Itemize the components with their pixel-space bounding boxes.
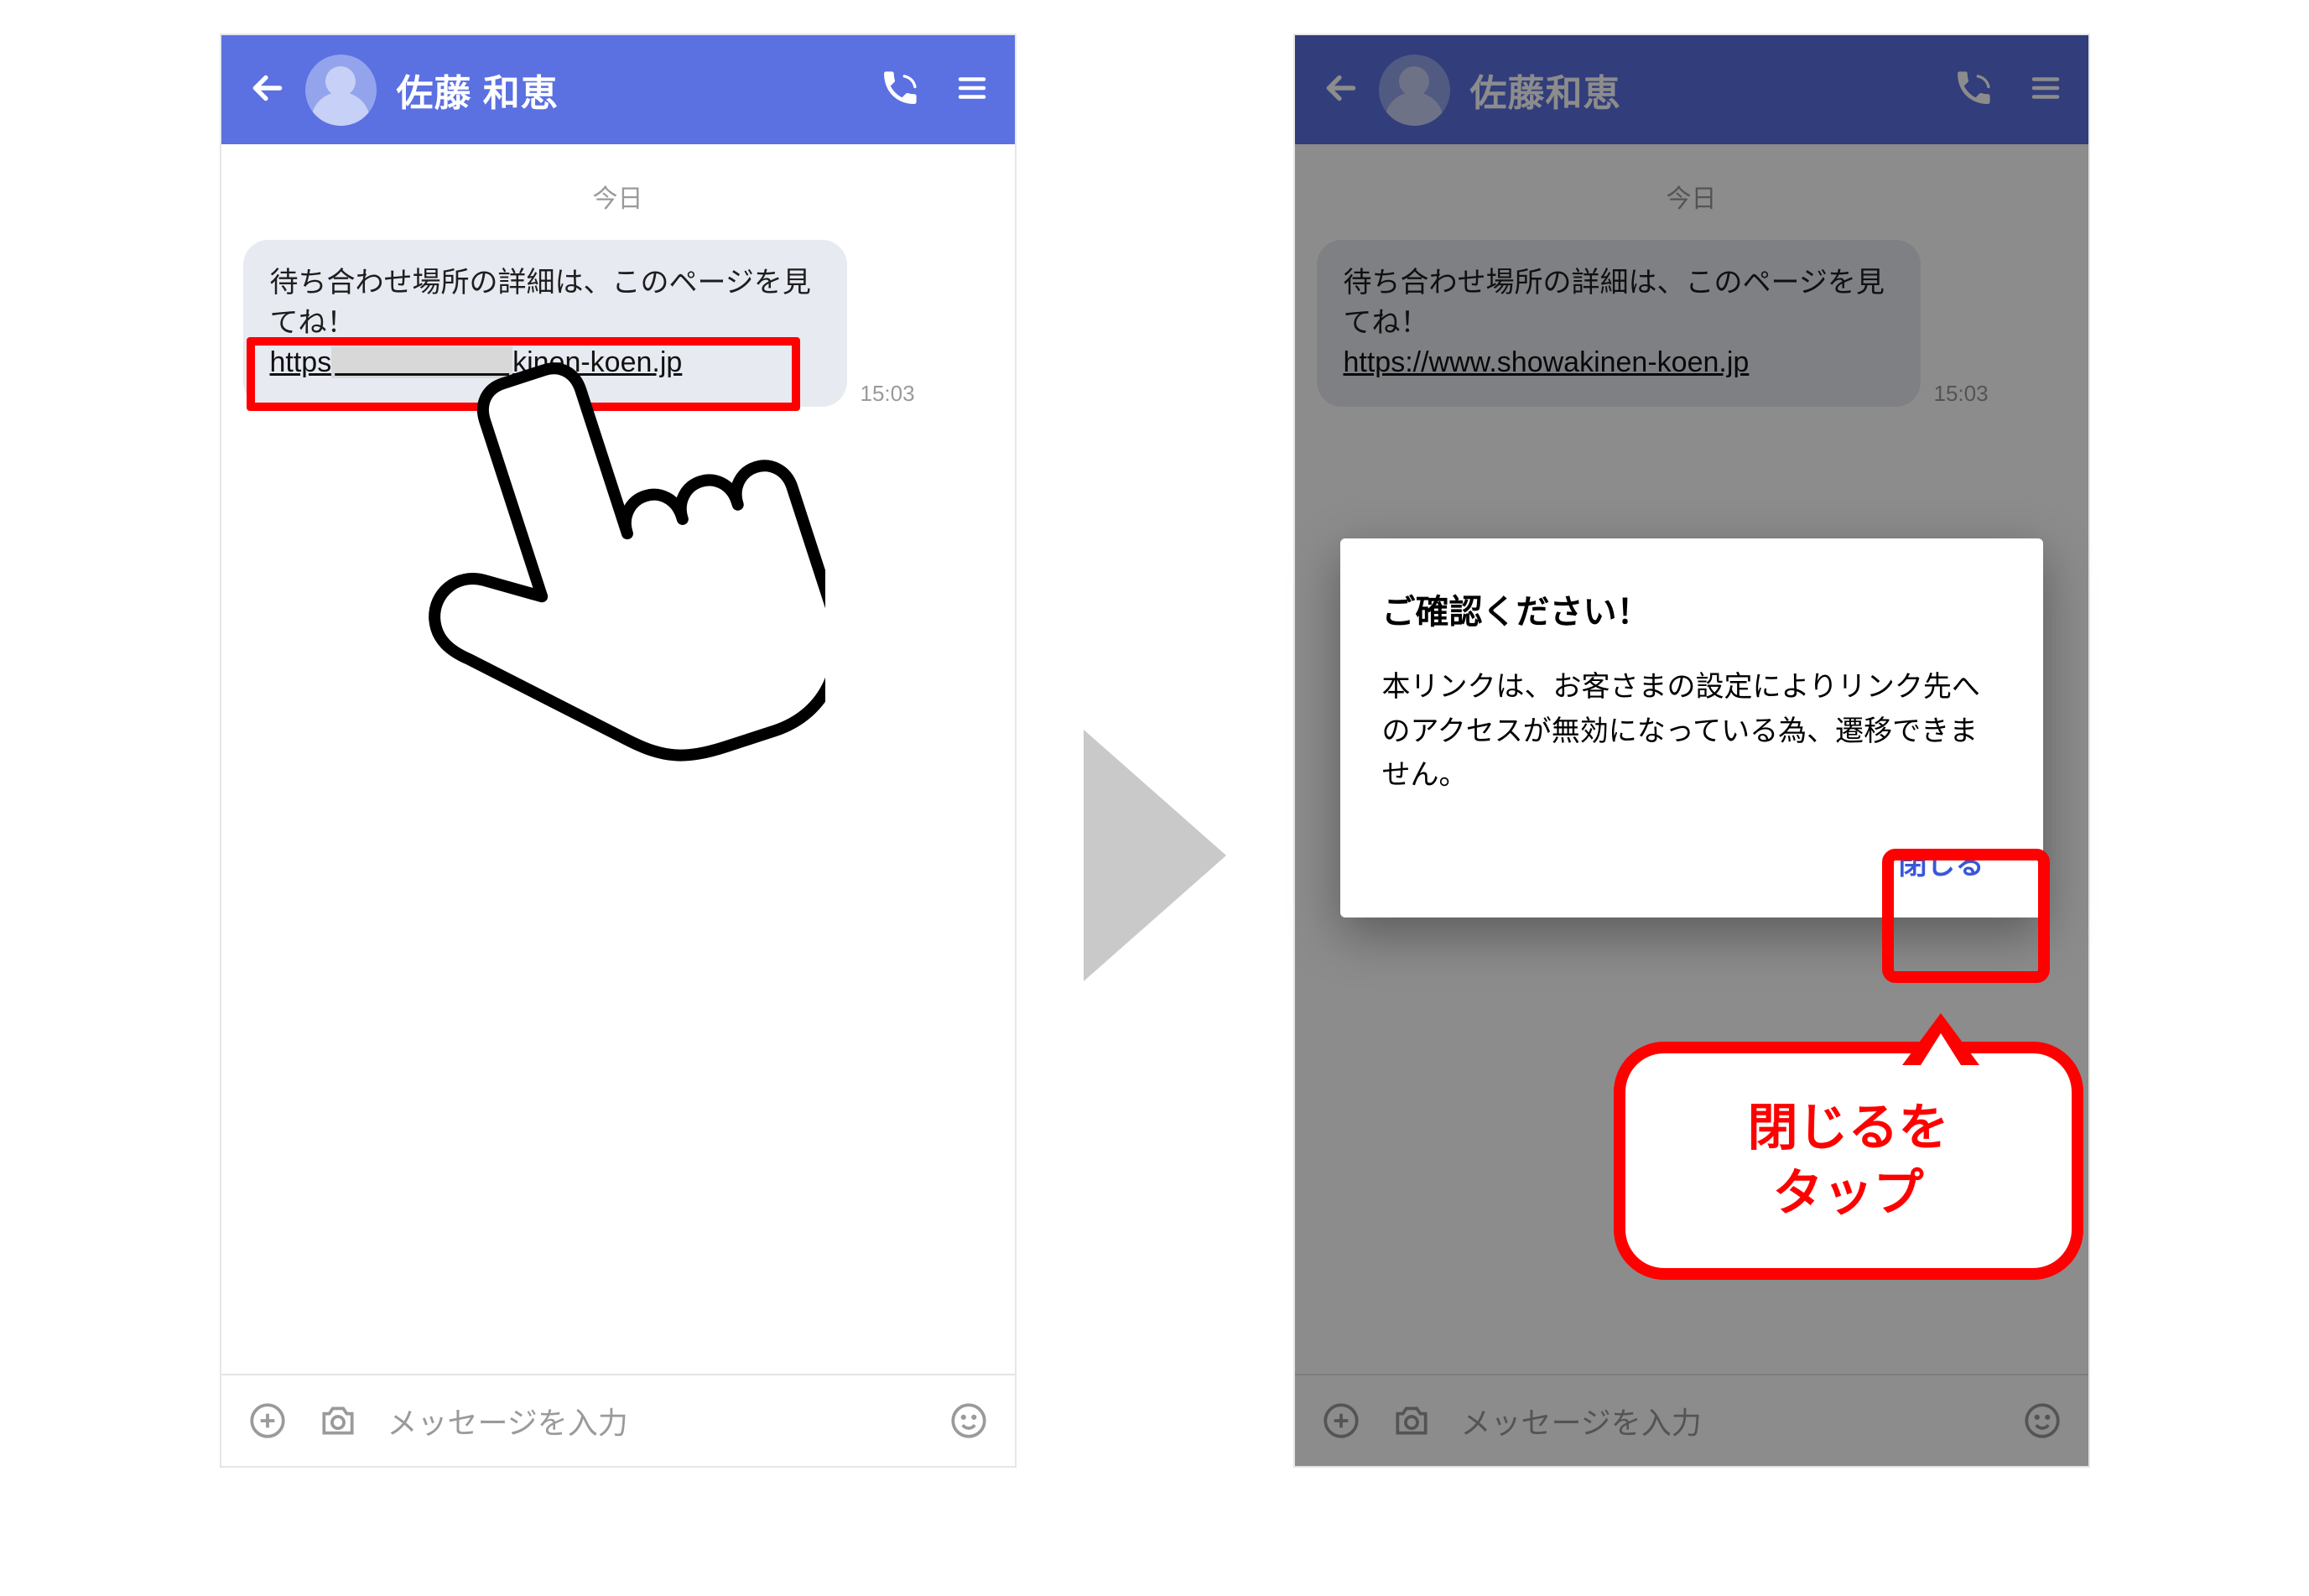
dialog-title: ご確認ください！ <box>1382 585 2001 633</box>
emoji-icon[interactable] <box>948 1400 990 1442</box>
chat-body: 今日 待ち合わせ場所の詳細は、このページを見てね！ https://www.sh… <box>221 144 1015 1374</box>
message-bubble: 待ち合わせ場所の詳細は、このページを見てね！ https://www.showa… <box>243 240 847 407</box>
confirm-dialog: ご確認ください！ 本リンクは、お客さまの設定によりリンク先へのアクセスが無効にな… <box>1340 538 2043 918</box>
message-text: 待ち合わせ場所の詳細は、このページを見てね！ <box>270 267 811 339</box>
instruction-callout: 閉じるを タップ <box>1614 1042 2083 1280</box>
chat-header: 佐藤 和恵 <box>221 35 1015 144</box>
avatar[interactable] <box>305 55 377 126</box>
dialog-close-button[interactable]: 閉じる <box>1882 831 2001 892</box>
message-input[interactable]: メッセージを入力 <box>387 1399 919 1443</box>
hamburger-menu-icon[interactable] <box>954 70 990 110</box>
message-link[interactable]: https://www.showakinen-koen.jp <box>270 346 683 378</box>
message-row: 待ち合わせ場所の詳細は、このページを見てね！ https://www.showa… <box>221 240 1015 407</box>
message-input-bar: メッセージを入力 <box>221 1374 1015 1466</box>
call-icon[interactable] <box>879 67 921 113</box>
next-step-arrow-icon <box>1075 721 1235 990</box>
callout-text: 閉じるを タップ <box>1651 1095 2046 1226</box>
callout-tail-icon <box>1902 1013 1979 1065</box>
back-arrow-icon[interactable] <box>247 67 289 113</box>
right-phone-screen: 佐藤和恵 今日 待ち合わせ場所の詳細は、このページを見てね！ https://w… <box>1293 34 2090 1468</box>
add-icon[interactable] <box>247 1400 289 1442</box>
tap-hand-icon <box>364 320 825 912</box>
message-time: 15:03 <box>861 381 915 407</box>
left-phone-screen: 佐藤 和恵 今日 待ち合わせ場所の詳細は、このページを見てね！ https://… <box>220 34 1017 1468</box>
camera-icon[interactable] <box>317 1400 359 1442</box>
dialog-body: 本リンクは、お客さまの設定によりリンク先へのアクセスが無効になっている為、遷移で… <box>1382 665 2001 798</box>
contact-name: 佐藤 和恵 <box>397 63 879 117</box>
date-separator: 今日 <box>221 178 1015 215</box>
